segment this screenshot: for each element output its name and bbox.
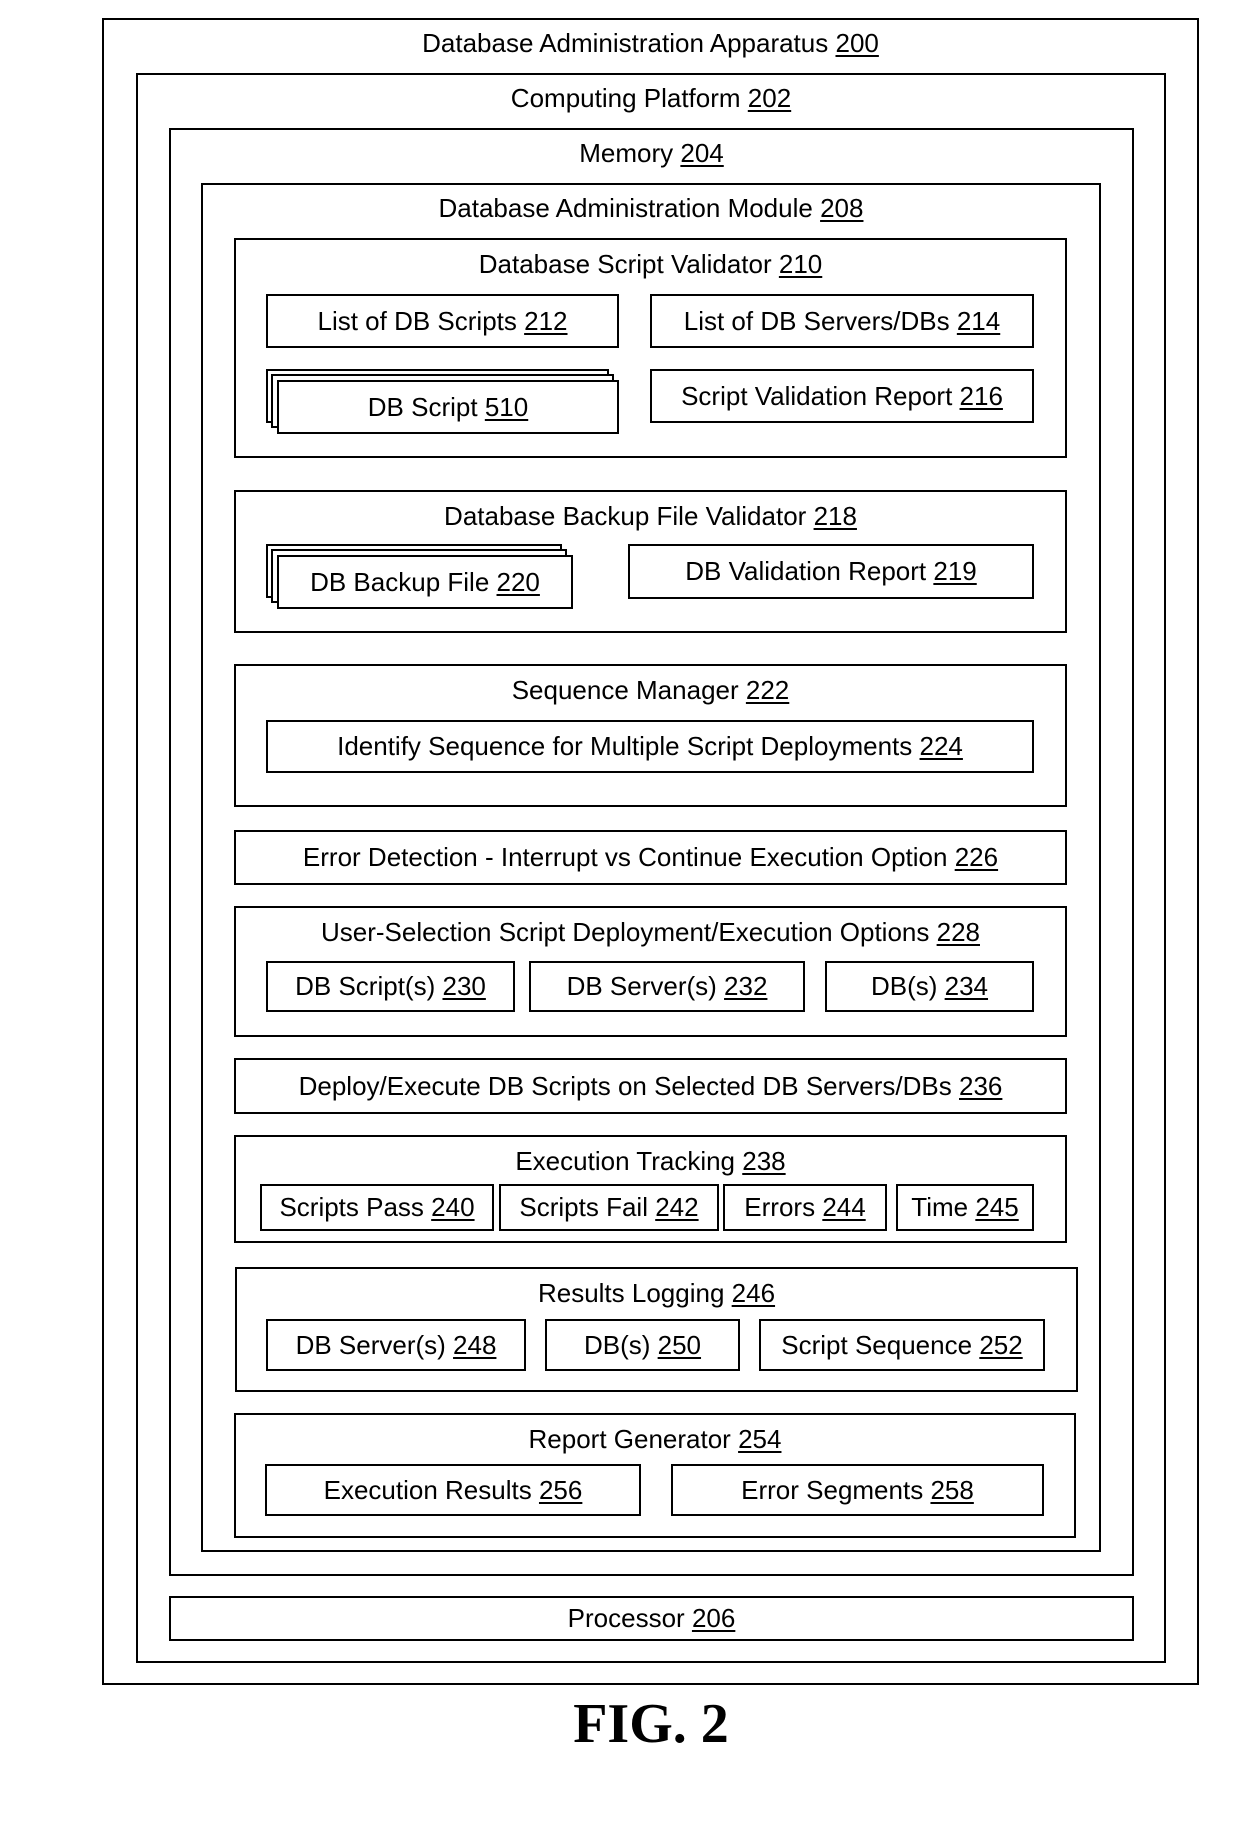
apparatus-title: Database Administration Apparatus 200	[422, 28, 879, 58]
results-dbs-box: DB(s) 250	[545, 1319, 740, 1371]
execution-results-box: Execution Results 256	[265, 1464, 641, 1516]
figure-label: FIG. 2	[573, 1693, 729, 1755]
sequence-manager-title: Sequence Manager 222	[511, 675, 790, 705]
memory-title: Memory 204	[579, 138, 724, 168]
identify-sequence-box: Identify Sequence for Multiple Script De…	[266, 720, 1034, 773]
script-validation-report-box: Script Validation Report 216	[650, 369, 1034, 423]
user-selection-dbs: DB(s) 234	[825, 961, 1034, 1012]
results-script-sequence-box: Script Sequence 252	[759, 1319, 1045, 1371]
list-db-servers-box: List of DB Servers/DBs 214	[650, 294, 1034, 348]
results-db-servers-box: DB Server(s) 248	[266, 1319, 526, 1371]
db-backup-file-box: DB Backup File 220	[277, 555, 573, 609]
execution-tracking-title: Execution Tracking 238	[515, 1146, 786, 1176]
computing-platform-title: Computing Platform 202	[510, 83, 792, 113]
time-box: Time 245	[896, 1184, 1034, 1231]
list-db-scripts-box: List of DB Scripts 212	[266, 294, 619, 348]
errors-box: Errors 244	[723, 1184, 887, 1231]
backup-validator-title: Database Backup File Validator 218	[444, 501, 857, 531]
user-selection-db-scripts: DB Script(s) 230	[266, 961, 515, 1012]
error-segments-box: Error Segments 258	[671, 1464, 1044, 1516]
db-validation-report-box: DB Validation Report 219	[628, 544, 1034, 599]
deploy-execute-box: Deploy/Execute DB Scripts on Selected DB…	[234, 1058, 1067, 1114]
db-script-box: DB Script 510	[277, 380, 619, 434]
user-selection-title: User-Selection Script Deployment/Executi…	[320, 917, 980, 947]
admin-module-title: Database Administration Module 208	[438, 193, 864, 223]
scripts-fail-box: Scripts Fail 242	[499, 1184, 719, 1231]
user-selection-db-servers: DB Server(s) 232	[529, 961, 805, 1012]
report-generator-title: Report Generator 254	[528, 1424, 782, 1454]
error-detection-box: Error Detection - Interrupt vs Continue …	[234, 830, 1067, 885]
script-validator-title: Database Script Validator 210	[478, 249, 823, 279]
scripts-pass-box: Scripts Pass 240	[260, 1184, 494, 1231]
results-logging-title: Results Logging 246	[537, 1278, 776, 1308]
processor-box: Processor 206	[169, 1596, 1134, 1641]
